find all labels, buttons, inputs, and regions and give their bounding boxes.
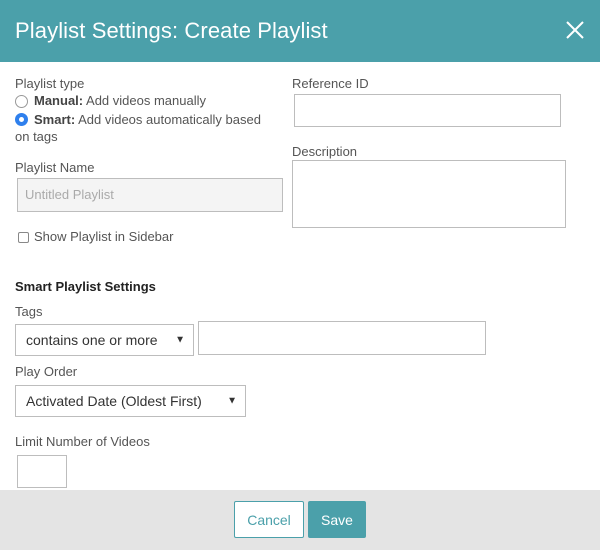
save-button[interactable]: Save bbox=[308, 501, 366, 538]
radio-smart-desc-line2: on tags bbox=[15, 129, 58, 144]
radio-manual-text: Manual: Add videos manually bbox=[34, 93, 206, 108]
tags-operator-select[interactable]: contains one or more ▼ bbox=[15, 324, 194, 356]
radio-smart-text: Smart: Add videos automatically based bbox=[34, 111, 261, 129]
play-order-value: Activated Date (Oldest First) bbox=[26, 393, 202, 409]
radio-smart[interactable] bbox=[15, 113, 28, 126]
tags-operator-value: contains one or more bbox=[26, 332, 158, 348]
reference-id-label: Reference ID bbox=[292, 76, 369, 91]
tags-label: Tags bbox=[15, 304, 43, 319]
playlist-name-input[interactable]: Untitled Playlist bbox=[17, 178, 283, 212]
radio-manual[interactable] bbox=[15, 95, 28, 108]
dialog-body: Playlist type Manual: Add videos manuall… bbox=[0, 62, 600, 490]
play-order-label: Play Order bbox=[15, 364, 78, 379]
close-icon bbox=[566, 21, 584, 39]
limit-videos-input[interactable] bbox=[17, 455, 67, 488]
play-order-select[interactable]: Activated Date (Oldest First) ▼ bbox=[15, 385, 246, 417]
radio-manual-bold: Manual: bbox=[34, 93, 84, 108]
show-in-sidebar-checkbox[interactable] bbox=[18, 232, 29, 243]
dialog-header: Playlist Settings: Create Playlist bbox=[0, 0, 600, 62]
limit-videos-label: Limit Number of Videos bbox=[15, 434, 150, 449]
show-in-sidebar-label[interactable]: Show Playlist in Sidebar bbox=[34, 229, 173, 244]
cancel-button[interactable]: Cancel bbox=[234, 501, 304, 538]
dialog-footer: Cancel Save bbox=[0, 490, 600, 550]
description-label: Description bbox=[292, 144, 358, 159]
radio-manual-desc: Add videos manually bbox=[86, 93, 206, 108]
dropdown-arrow-icon: ▼ bbox=[227, 395, 237, 407]
smart-settings-title: Smart Playlist Settings bbox=[15, 279, 156, 294]
radio-smart-desc: Add videos automatically based bbox=[78, 112, 261, 127]
radio-smart-row[interactable]: Smart: Add videos automatically based bbox=[15, 111, 285, 129]
close-button[interactable] bbox=[562, 17, 588, 43]
radio-manual-row[interactable]: Manual: Add videos manually bbox=[15, 93, 206, 108]
radio-smart-bold: Smart: bbox=[34, 112, 76, 127]
dropdown-arrow-icon: ▼ bbox=[175, 334, 185, 346]
tags-input[interactable] bbox=[198, 321, 486, 355]
playlist-type-label: Playlist type bbox=[15, 76, 85, 91]
playlist-name-label: Playlist Name bbox=[15, 160, 95, 175]
dialog-title: Playlist Settings: Create Playlist bbox=[15, 18, 328, 43]
description-textarea[interactable] bbox=[292, 160, 566, 228]
reference-id-input[interactable] bbox=[294, 94, 561, 127]
